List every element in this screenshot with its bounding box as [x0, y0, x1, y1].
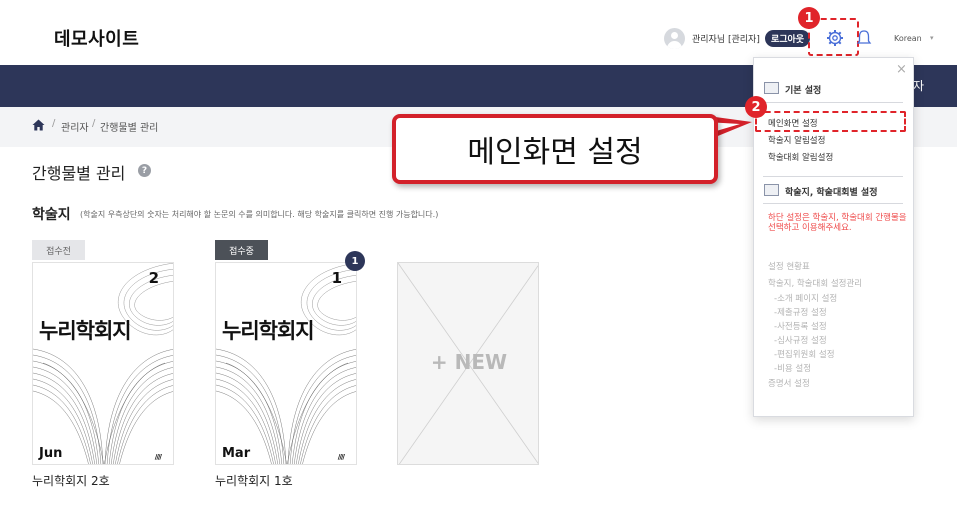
menu-item-intro: -소개 페이지 설정 — [774, 294, 838, 304]
cover-art-icon — [216, 263, 356, 464]
menu-warning: 하단 설정은 학술지, 학술대회 간행물을 선택하고 이용해주세요. — [768, 213, 907, 233]
main-screen-highlight-box — [755, 111, 906, 132]
status-badge: 접수전 — [32, 240, 85, 260]
section-title: 학술지 — [32, 207, 71, 223]
settings-section-icon — [764, 82, 779, 94]
help-icon[interactable]: ? — [138, 164, 151, 177]
journal-label[interactable]: 누리학회지 2호 — [32, 472, 110, 489]
cover-marks: //// — [337, 453, 345, 461]
breadcrumb-item-admin[interactable]: 관리자 — [61, 119, 89, 134]
cover-title: 누리학회지 — [39, 319, 132, 343]
menu-item-preregistration: -사전등록 설정 — [774, 322, 827, 332]
nav-item-partial[interactable]: 자 — [913, 77, 924, 94]
page-title: 간행물별 관리 — [32, 164, 126, 183]
site-logo[interactable]: 데모사이트 — [54, 25, 139, 51]
cover-month: Mar — [222, 446, 251, 461]
chevron-down-icon[interactable]: ▾ — [930, 34, 934, 42]
logout-button[interactable]: 로그아웃 — [765, 30, 810, 47]
cover-month: Jun — [39, 446, 63, 461]
add-journal-card[interactable]: + NEW — [397, 262, 539, 465]
journal-label[interactable]: 누리학회지 1호 — [215, 472, 293, 489]
divider — [763, 203, 903, 204]
pending-count-badge: 1 — [345, 251, 365, 271]
menu-item-review: -심사규정 설정 — [774, 336, 827, 346]
cover-art-icon — [33, 263, 173, 464]
language-select[interactable]: Korean — [894, 34, 922, 43]
menu-section-journal: 학술지, 학술대회별 설정 — [785, 188, 878, 198]
menu-item-editorial: -편집위원회 설정 — [774, 350, 835, 360]
menu-item-certificate: 증명서 설정 — [768, 379, 810, 389]
settings-section-icon — [764, 184, 779, 196]
menu-section-basic: 기본 설정 — [785, 86, 822, 96]
breadcrumb-separator: / — [52, 118, 56, 129]
close-icon[interactable]: × — [896, 62, 907, 77]
cover-title: 누리학회지 — [222, 319, 315, 343]
divider — [763, 176, 903, 177]
journal-cover-2[interactable]: 2 누리학회지 Jun //// — [32, 262, 174, 465]
status-badge: 접수중 — [215, 240, 268, 260]
cover-marks: //// — [154, 453, 162, 461]
callout-label: 메인화면 설정 — [392, 114, 718, 184]
cover-issue-number: 2 — [148, 269, 159, 287]
divider — [763, 102, 903, 103]
user-name: 관리자님 [관리자] — [692, 35, 760, 45]
gear-icon[interactable] — [826, 29, 844, 47]
notification-icon[interactable] — [855, 29, 873, 47]
section-description: (학술지 우측상단의 숫자는 처리해야 할 논문의 수를 의미합니다. 해당 학… — [80, 210, 439, 219]
journal-cover-1[interactable]: 1 누리학회지 Mar //// — [215, 262, 357, 465]
menu-item-conference-notification[interactable]: 학술대회 알림설정 — [768, 151, 833, 163]
breadcrumb-separator: / — [92, 118, 96, 129]
step-badge-1: 1 — [798, 7, 820, 29]
menu-item-status: 설정 현황표 — [768, 262, 810, 272]
home-icon[interactable] — [32, 119, 45, 131]
menu-item-settings-manage: 학술지, 학술대회 설정관리 — [768, 279, 863, 289]
menu-item-cost: -비용 설정 — [774, 364, 812, 374]
cover-issue-number: 1 — [331, 269, 342, 287]
user-avatar-icon — [664, 28, 685, 49]
breadcrumb-item-publication[interactable]: 간행물별 관리 — [100, 119, 158, 134]
new-journal-label: + NEW — [430, 350, 508, 374]
menu-item-journal-notification[interactable]: 학술지 알림설정 — [768, 134, 825, 146]
menu-item-submission: -제출규정 설정 — [774, 308, 827, 318]
